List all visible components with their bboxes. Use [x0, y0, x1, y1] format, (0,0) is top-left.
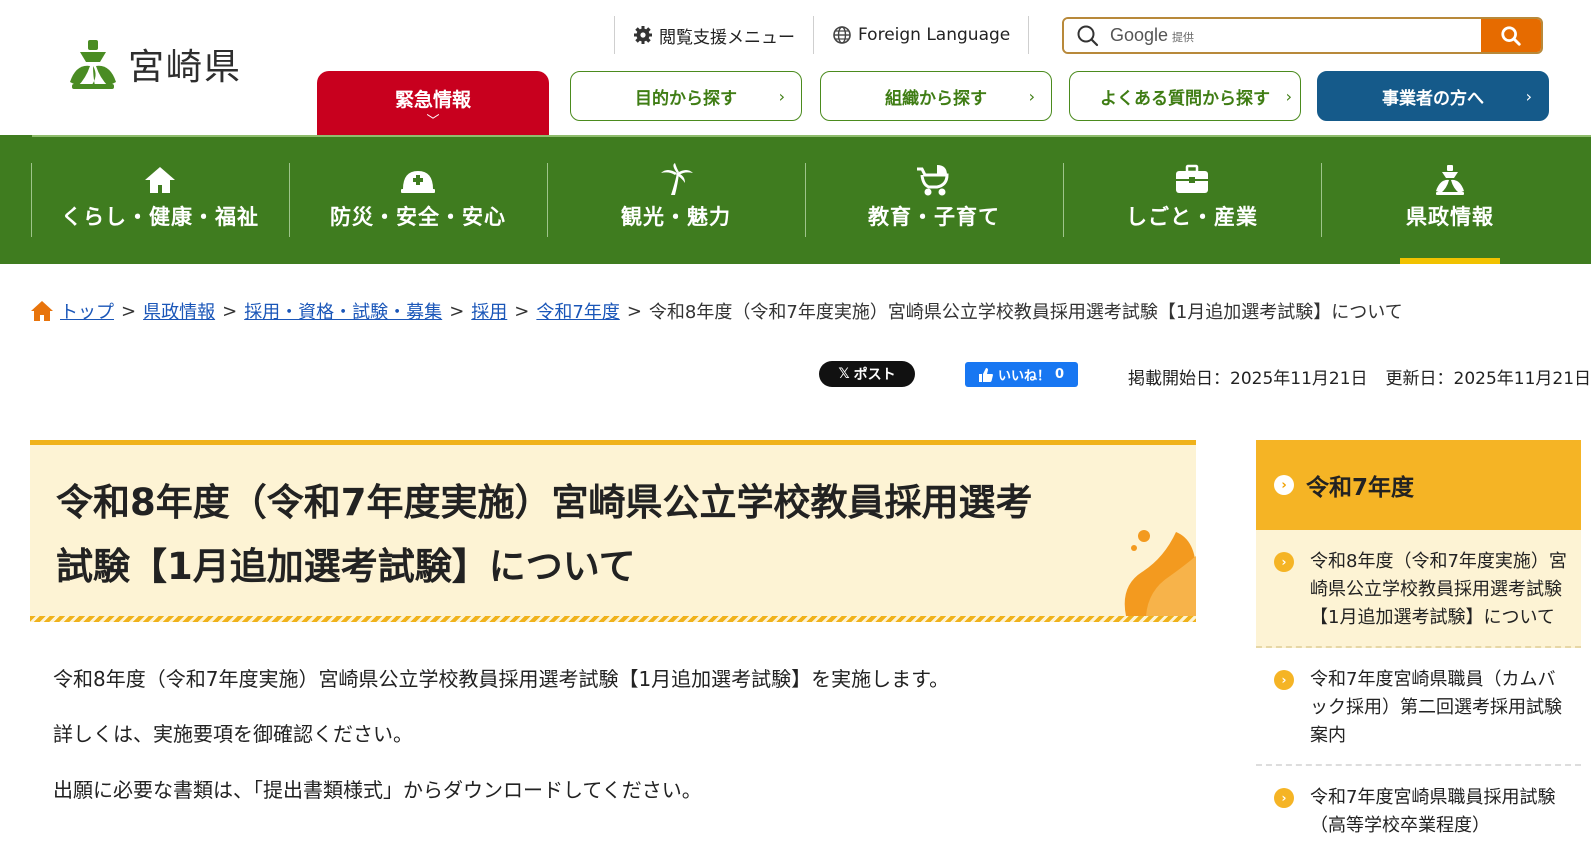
accessibility-menu-label: 閲覧支援メニュー — [659, 27, 795, 48]
utility-menu: 閲覧支援メニュー Foreign Language — [614, 16, 1030, 54]
sidebar-item-comeback-exam[interactable]: › 令和7年度宮崎県職員（カムバック採用）第二回選考採用試験案内 — [1256, 648, 1581, 766]
emergency-info-tab[interactable]: 緊急情報 ﹀ — [317, 71, 549, 135]
gnav-item-label: 観光・魅力 — [621, 205, 731, 229]
foreign-language-label: Foreign Language — [858, 25, 1011, 45]
sidebar-item-staff-exam[interactable]: › 令和7年度宮崎県職員採用試験（高等学校卒業程度） — [1256, 766, 1581, 851]
gnav-item-label: 県政情報 — [1406, 205, 1494, 229]
breadcrumb-link-top[interactable]: トップ — [60, 298, 114, 324]
published-date: 掲載開始日：2025年11月21日 — [1128, 369, 1368, 389]
prefecture-emblem-icon — [1436, 165, 1464, 195]
x-logo-icon: 𝕏 — [838, 366, 850, 382]
search-by-faq-button[interactable]: よくある質問から探す › — [1069, 71, 1301, 121]
breadcrumb-link-reiwa7[interactable]: 令和7年度 — [536, 298, 619, 324]
stroller-icon — [917, 165, 949, 196]
gear-icon — [634, 26, 652, 44]
gnav-item-tourism[interactable]: 観光・魅力 — [547, 163, 805, 237]
body-paragraph: 令和8年度（令和7年度実施）宮崎県公立学校教員採用選考試験【1月追加選考試験】を… — [53, 667, 950, 691]
home-icon — [31, 301, 53, 321]
briefcase-icon — [1176, 164, 1208, 193]
chevron-right-icon: › — [778, 86, 785, 106]
sidebar-local-nav: › 令和7年度 › 令和8年度（令和7年度実施）宮崎県公立学校教員採用選考試験【… — [1256, 440, 1581, 851]
page-title-box: 令和8年度（令和7年度実施）宮崎県公立学校教員採用選考 試験【1月追加選考試験】… — [30, 440, 1196, 622]
chevron-right-icon: › — [1274, 788, 1294, 808]
search-by-purpose-label: 目的から探す — [635, 88, 737, 109]
gnav-item-label: くらし・健康・福祉 — [61, 205, 259, 229]
search-by-organization-label: 組織から探す — [885, 88, 987, 109]
breadcrumb-separator: > — [514, 300, 530, 322]
sidebar-heading-label: 令和7年度 — [1306, 475, 1415, 501]
page-title: 令和8年度（令和7年度実施）宮崎県公立学校教員採用選考 試験【1月追加選考試験】… — [56, 471, 1116, 599]
chevron-right-icon: › — [1028, 86, 1035, 106]
breadcrumb-link-recruitment-exams[interactable]: 採用・資格・試験・募集 — [244, 298, 442, 324]
search-button[interactable] — [1481, 19, 1541, 52]
logo-text: 宮崎県 — [128, 47, 243, 88]
prefecture-emblem-icon — [70, 40, 116, 89]
breadcrumb-separator: > — [449, 300, 465, 322]
search-icon — [1077, 25, 1099, 46]
site-search: Google 提供 — [1062, 17, 1543, 54]
page-title-line2: 試験【1月追加選考試験】について — [56, 545, 636, 588]
gnav-item-education[interactable]: 教育・子育て — [805, 163, 1063, 237]
decorative-splash-icon — [1124, 530, 1196, 616]
chevron-right-icon: › — [1525, 86, 1532, 106]
search-by-faq-label: よくある質問から探す — [1100, 88, 1270, 109]
sidebar-item-label: 令和8年度（令和7年度実施）宮崎県公立学校教員採用選考試験【1月追加選考試験】に… — [1310, 551, 1567, 628]
global-navigation: くらし・健康・福祉 防災・安全・安心 観光・魅力 教育・子育て しごと・産業 県… — [0, 135, 1591, 264]
foreign-language-button[interactable]: Foreign Language — [813, 16, 1030, 54]
chevron-down-icon: ﹀ — [426, 114, 440, 129]
helmet-icon — [401, 171, 435, 193]
page-title-line1: 令和8年度（令和7年度実施）宮崎県公立学校教員採用選考 — [56, 481, 1033, 524]
facebook-like-count: 0 — [1054, 367, 1065, 382]
chevron-right-icon: › — [1274, 475, 1294, 495]
breadcrumb-separator: > — [121, 300, 137, 322]
breadcrumb: トップ > 県政情報 > 採用・資格・試験・募集 > 採用 > 令和7年度 > … — [30, 298, 1403, 324]
chevron-right-icon: › — [1274, 670, 1294, 690]
page-dates: 掲載開始日：2025年11月21日 更新日：2025年11月21日 — [1128, 364, 1591, 389]
updated-date: 更新日：2025年11月21日 — [1385, 369, 1591, 389]
active-nav-indicator — [1400, 258, 1500, 264]
accessibility-menu-button[interactable]: 閲覧支援メニュー — [614, 16, 813, 54]
house-icon — [145, 167, 175, 193]
emergency-info-label: 緊急情報 — [394, 89, 471, 111]
sidebar-item-label: 令和7年度宮崎県職員（カムバック採用）第二回選考採用試験案内 — [1310, 669, 1562, 746]
search-icon — [1501, 25, 1521, 46]
x-post-button[interactable]: 𝕏 ポスト — [819, 361, 915, 387]
site-logo[interactable]: 宮崎県 — [66, 38, 242, 90]
breadcrumb-link-recruitment[interactable]: 採用 — [471, 298, 507, 324]
chevron-right-icon: › — [1285, 86, 1292, 106]
for-businesses-button[interactable]: 事業者の方へ › — [1317, 71, 1549, 121]
thumbs-up-icon — [978, 367, 993, 382]
gnav-item-living[interactable]: くらし・健康・福祉 — [31, 163, 289, 237]
nav-divider-line — [32, 135, 1591, 137]
gnav-item-prefectural-government[interactable]: 県政情報 — [1321, 163, 1579, 237]
gnav-item-label: 教育・子育て — [868, 205, 1000, 229]
sidebar-item-teacher-exam[interactable]: › 令和8年度（令和7年度実施）宮崎県公立学校教員採用選考試験【1月追加選考試験… — [1256, 530, 1581, 648]
facebook-like-label: いいね！ — [997, 369, 1050, 384]
gnav-item-disaster-safety[interactable]: 防災・安全・安心 — [289, 163, 547, 237]
sidebar-heading[interactable]: › 令和7年度 — [1256, 440, 1581, 530]
google-branding: Google 提供 — [1110, 25, 1195, 45]
chevron-right-icon: › — [1274, 552, 1294, 572]
sidebar-item-label: 令和7年度宮崎県職員採用試験（高等学校卒業程度） — [1310, 787, 1556, 836]
breadcrumb-current: 令和8年度（令和7年度実施）宮崎県公立学校教員採用選考試験【1月追加選考試験】に… — [648, 302, 1403, 323]
gnav-item-label: しごと・産業 — [1126, 205, 1258, 229]
body-paragraph: 詳しくは、実施要項を御確認ください。 — [53, 722, 413, 746]
breadcrumb-link-prefectural-info[interactable]: 県政情報 — [143, 298, 215, 324]
palm-tree-icon — [661, 163, 693, 195]
facebook-like-button[interactable]: いいね！ 0 — [965, 362, 1078, 387]
search-by-organization-button[interactable]: 組織から探す › — [820, 71, 1052, 121]
globe-icon — [833, 26, 851, 44]
gnav-item-label: 防災・安全・安心 — [330, 205, 506, 229]
gnav-item-work-industry[interactable]: しごと・産業 — [1063, 163, 1321, 237]
search-input[interactable]: Google 提供 — [1064, 19, 1481, 52]
for-businesses-label: 事業者の方へ — [1382, 88, 1484, 109]
breadcrumb-separator: > — [626, 300, 642, 322]
breadcrumb-separator: > — [222, 300, 238, 322]
body-paragraph: 出願に必要な書類は、「提出書類様式」からダウンロードしてください。 — [53, 778, 702, 802]
search-by-purpose-button[interactable]: 目的から探す › — [570, 71, 802, 121]
x-post-label: ポスト — [853, 367, 896, 383]
